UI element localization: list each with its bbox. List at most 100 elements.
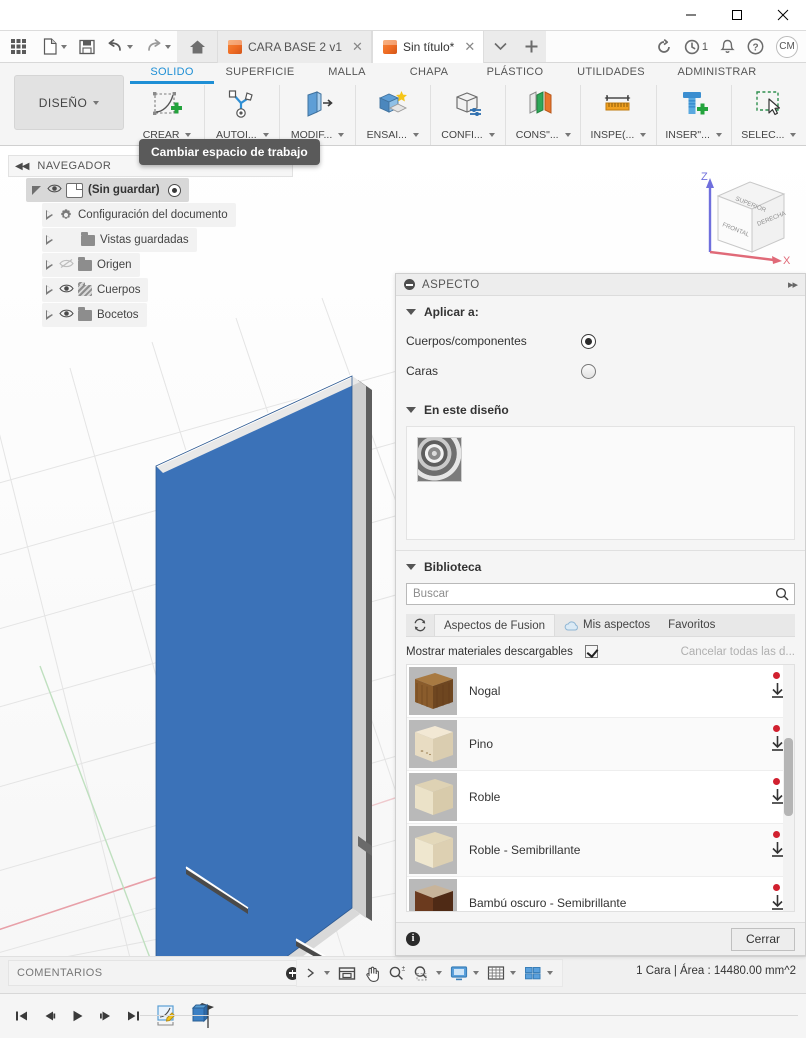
library-tab-aspectos-fusion[interactable]: Aspectos de Fusion	[434, 614, 556, 636]
ribbon-group-insertar[interactable]: INSER"...	[657, 85, 732, 145]
browser-root-node[interactable]: (Sin guardar)	[26, 178, 189, 202]
orbit-icon[interactable]	[303, 966, 333, 980]
cancel-all-downloads-button[interactable]: Cancelar todas las d...	[681, 646, 795, 658]
section-en-este-diseno[interactable]: En este diseño	[396, 394, 805, 424]
ribbon-group-ensamblar[interactable]: ENSAI...	[356, 85, 431, 145]
ribbon-group-crear[interactable]: CREAR	[130, 85, 206, 145]
option-caras[interactable]: Caras	[396, 356, 805, 386]
visibility-eye-icon[interactable]	[47, 183, 62, 197]
user-avatar[interactable]: CM	[776, 35, 798, 58]
scrollbar-thumb[interactable]	[784, 738, 793, 816]
go-to-end-icon[interactable]	[120, 1001, 146, 1031]
maximize-button[interactable]	[714, 0, 760, 30]
extrude-feature-icon[interactable]	[188, 1002, 218, 1030]
zoom-icon[interactable]: ±	[385, 965, 408, 981]
material-row-roble-semibrillante[interactable]: Roble - Semibrillante	[407, 824, 794, 877]
go-to-start-icon[interactable]	[8, 1001, 34, 1031]
expand-arrow-icon[interactable]	[46, 260, 53, 270]
material-list[interactable]: Nogal Pino Roble Roble - Semibrillante B…	[406, 664, 795, 912]
material-list-scrollbar[interactable]	[783, 665, 794, 911]
zoom-window-icon[interactable]	[410, 965, 445, 981]
close-dialog-button[interactable]: Cerrar	[731, 927, 795, 951]
expand-arrow-icon[interactable]	[46, 310, 53, 320]
visibility-eye-icon[interactable]	[59, 283, 74, 297]
undo-button[interactable]	[101, 31, 139, 62]
library-tab-favoritos[interactable]: Favoritos	[659, 614, 724, 636]
material-row-nogal[interactable]: Nogal	[407, 665, 794, 718]
tab-list-dropdown-button[interactable]	[484, 31, 517, 62]
ribbon-group-modificar[interactable]: MODIF...	[280, 85, 356, 145]
tab-solido[interactable]: SOLIDO	[130, 64, 214, 84]
new-tab-button[interactable]	[516, 31, 547, 62]
comments-bar[interactable]: COMENTARIOS	[8, 960, 308, 986]
file-menu-button[interactable]	[37, 31, 73, 62]
collapse-browser-icon[interactable]: ◀◀	[15, 161, 29, 172]
ribbon-group-seleccionar[interactable]: SELEC...	[732, 85, 806, 145]
tab-plastico[interactable]: PLÁSTICO	[470, 64, 560, 84]
save-button[interactable]	[73, 31, 101, 62]
redo-button[interactable]	[139, 31, 177, 62]
visibility-eye-icon[interactable]	[59, 308, 74, 322]
ribbon-group-automatizar[interactable]: AUTOI...	[205, 85, 281, 145]
radio-cuerpos-componentes[interactable]	[581, 333, 596, 349]
tab-close-icon[interactable]: ✕	[348, 39, 363, 55]
expand-right-icon[interactable]: ▸▸	[788, 278, 798, 291]
info-icon[interactable]: i	[406, 932, 420, 946]
close-button[interactable]	[760, 0, 806, 30]
tab-close-icon[interactable]: ✕	[460, 39, 475, 55]
show-downloadable-checkbox[interactable]	[584, 645, 598, 658]
view-cube[interactable]: Z X SUPERIOR FRONTAL DERECHA	[688, 164, 798, 271]
help-button[interactable]: ?	[741, 31, 770, 62]
material-row-bambu-oscuro[interactable]: Bambú oscuro - Semibrillante	[407, 877, 794, 911]
browser-node-vistas-guardadas[interactable]: Vistas guardadas	[42, 228, 197, 252]
ribbon-group-inspeccionar[interactable]: INSPE(...	[581, 85, 657, 145]
browser-node-bocetos[interactable]: Bocetos	[42, 303, 147, 327]
section-biblioteca[interactable]: Biblioteca	[396, 551, 805, 581]
play-icon[interactable]	[64, 1001, 90, 1031]
home-button[interactable]	[177, 31, 217, 62]
display-settings-icon[interactable]	[447, 965, 482, 981]
grid-snap-icon[interactable]	[484, 965, 519, 981]
tab-utilidades[interactable]: UTILIDADES	[560, 64, 662, 84]
search-icon[interactable]	[775, 587, 789, 604]
expand-arrow-icon[interactable]	[46, 285, 53, 295]
notifications-button[interactable]	[714, 31, 741, 62]
activate-component-radio[interactable]	[167, 183, 181, 197]
jobs-status-button[interactable]: 1	[678, 31, 714, 62]
section-aplicar-a[interactable]: Aplicar a:	[396, 296, 805, 326]
pan-icon[interactable]	[361, 965, 383, 982]
viewports-icon[interactable]	[521, 965, 556, 981]
option-cuerpos-componentes[interactable]: Cuerpos/componentes	[396, 326, 805, 356]
search-input[interactable]	[406, 583, 795, 605]
step-back-icon[interactable]	[36, 1001, 62, 1031]
radio-caras[interactable]	[581, 363, 596, 379]
minimize-button[interactable]	[668, 0, 714, 30]
tab-chapa[interactable]: CHAPA	[388, 64, 470, 84]
library-tab-mis-aspectos[interactable]: Mis aspectos	[555, 614, 659, 636]
workspace-switcher[interactable]: DISEÑO	[14, 75, 124, 130]
material-row-roble[interactable]: Roble	[407, 771, 794, 824]
tab-malla[interactable]: MALLA	[306, 64, 388, 84]
expand-arrow-icon[interactable]	[46, 235, 53, 245]
browser-node-origen[interactable]: Origen	[42, 253, 140, 277]
refresh-button[interactable]	[650, 31, 678, 62]
tab-superficie[interactable]: SUPERFICIE	[214, 64, 306, 84]
sketch-feature-icon[interactable]	[152, 1003, 182, 1029]
view-frame-icon[interactable]	[335, 965, 359, 981]
ribbon-group-construir[interactable]: CONS"...	[506, 85, 582, 145]
app-grid-button[interactable]	[0, 31, 37, 62]
collapse-icon[interactable]	[404, 279, 415, 290]
expand-arrow-icon[interactable]	[46, 210, 53, 220]
step-forward-icon[interactable]	[92, 1001, 118, 1031]
refresh-library-icon[interactable]	[406, 614, 434, 636]
browser-node-cuerpos[interactable]: Cuerpos	[42, 278, 149, 302]
material-row-pino[interactable]: Pino	[407, 718, 794, 771]
document-tab-cara-base[interactable]: CARA BASE 2 v1 ✕	[217, 31, 372, 63]
metal-swatch[interactable]	[417, 437, 462, 482]
visibility-eye-off-icon[interactable]	[59, 258, 74, 272]
tab-administrar[interactable]: ADMINISTRAR	[662, 64, 772, 84]
ribbon-group-configurar[interactable]: CONFI...	[431, 85, 507, 145]
browser-node-configuracion[interactable]: Configuración del documento	[42, 203, 236, 227]
document-tab-sin-titulo[interactable]: Sin título* ✕	[371, 31, 485, 63]
timeline-track[interactable]	[140, 1015, 798, 1016]
